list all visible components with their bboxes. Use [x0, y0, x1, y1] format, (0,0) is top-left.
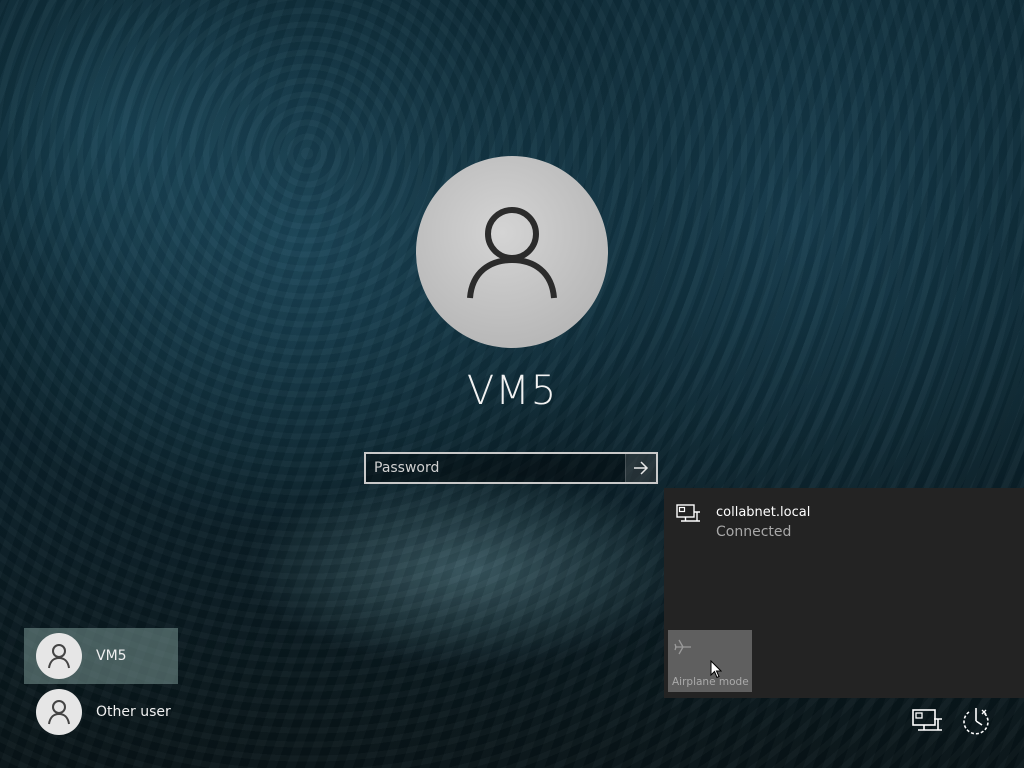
network-status: Connected	[716, 524, 792, 540]
power-icon	[963, 708, 989, 735]
user-icon	[48, 644, 70, 669]
ethernet-icon	[676, 504, 700, 522]
user-list-item-label: VM5	[96, 648, 127, 664]
user-icon	[48, 700, 70, 725]
avatar	[36, 689, 82, 735]
user-list: VM5 Other user	[24, 628, 178, 740]
user-list-item-other-user[interactable]: Other user	[24, 684, 178, 740]
airplane-mode-label: Airplane mode	[672, 676, 749, 688]
network-flyout: collabnet.local Connected Airplane mode	[664, 488, 1024, 698]
ethernet-icon	[912, 709, 942, 731]
account-name: VM5	[466, 368, 558, 414]
account-avatar	[416, 156, 608, 348]
user-icon	[467, 207, 557, 299]
password-input[interactable]	[366, 454, 625, 482]
password-box	[364, 452, 658, 484]
user-list-item-label: Other user	[96, 704, 171, 720]
airplane-mode-tile[interactable]: Airplane mode	[668, 630, 752, 692]
submit-button[interactable]	[625, 454, 656, 482]
network-tray-button[interactable]	[912, 708, 944, 740]
power-tray-button[interactable]	[958, 706, 992, 742]
network-name: collabnet.local	[716, 505, 811, 520]
network-entry[interactable]: collabnet.local Connected	[676, 504, 810, 542]
user-list-item-vm5[interactable]: VM5	[24, 628, 178, 684]
arrow-right-icon	[634, 461, 649, 475]
avatar	[36, 633, 82, 679]
airplane-icon	[674, 639, 691, 655]
